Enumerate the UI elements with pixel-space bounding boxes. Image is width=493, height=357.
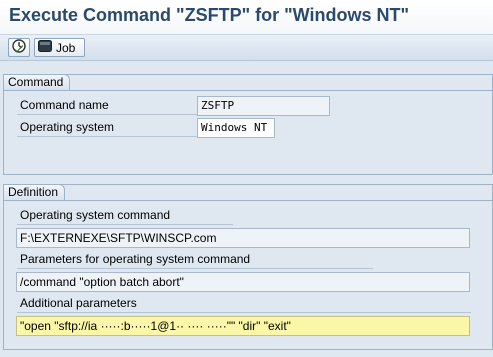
job-button[interactable]: Job: [34, 38, 85, 57]
parameters-field[interactable]: /command "option batch abort": [16, 272, 470, 292]
page-title: Execute Command "ZSFTP" for "Windows NT": [9, 5, 409, 25]
execute-clock-icon: [12, 39, 26, 56]
command-name-label: Command name: [17, 97, 200, 115]
operating-system-field[interactable]: Windows NT: [197, 118, 275, 138]
command-group-title: Command: [3, 74, 71, 91]
execute-button[interactable]: [8, 38, 30, 57]
command-group: Command Command name ZSFTP Operating sys…: [3, 74, 493, 175]
job-button-label: Job: [56, 40, 76, 55]
title-bar: Execute Command "ZSFTP" for "Windows NT": [0, 0, 493, 35]
additional-parameters-label: Additional parameters: [17, 295, 471, 313]
definition-group: Definition Operating system command F:\E…: [3, 184, 493, 350]
operating-system-label: Operating system: [17, 119, 200, 137]
additional-parameters-field[interactable]: "open "sftp://ia ·····:b·····1@1·· ···· …: [16, 316, 470, 336]
command-group-divider: [4, 90, 492, 91]
background-job-icon: [38, 40, 52, 55]
os-command-field[interactable]: F:\EXTERNEXE\SFTP\WINSCP.com: [16, 228, 470, 248]
definition-group-title: Definition: [3, 184, 66, 201]
command-name-field[interactable]: ZSFTP: [197, 96, 330, 116]
os-command-label: Operating system command: [17, 207, 233, 225]
application-toolbar: Job: [0, 35, 493, 61]
parameters-label: Parameters for operating system command: [17, 251, 373, 269]
definition-group-divider: [4, 200, 492, 201]
